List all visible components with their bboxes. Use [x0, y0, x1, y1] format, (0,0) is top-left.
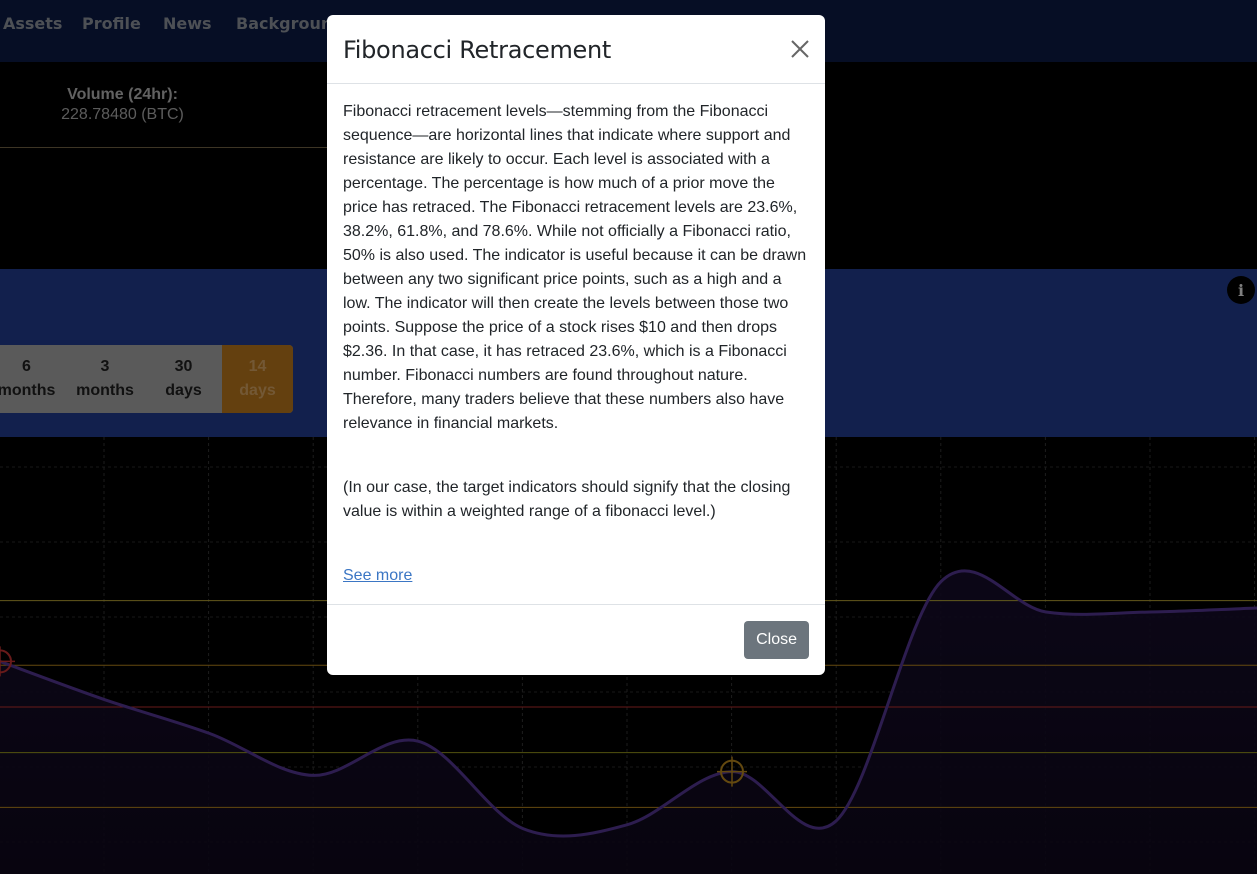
modal-footer: Close: [327, 604, 825, 675]
fibonacci-modal: Fibonacci Retracement Fibonacci retracem…: [327, 15, 825, 675]
see-more-link[interactable]: See more: [343, 564, 412, 588]
close-button[interactable]: Close: [744, 621, 809, 659]
modal-note: (In our case, the target indicators shou…: [343, 479, 791, 520]
modal-title: Fibonacci Retracement: [343, 36, 612, 64]
modal-body: Fibonacci retracement levels—stemming fr…: [327, 84, 825, 588]
close-icon[interactable]: [786, 35, 814, 63]
modal-header: Fibonacci Retracement: [327, 15, 825, 84]
modal-paragraph: Fibonacci retracement levels—stemming fr…: [343, 103, 807, 432]
